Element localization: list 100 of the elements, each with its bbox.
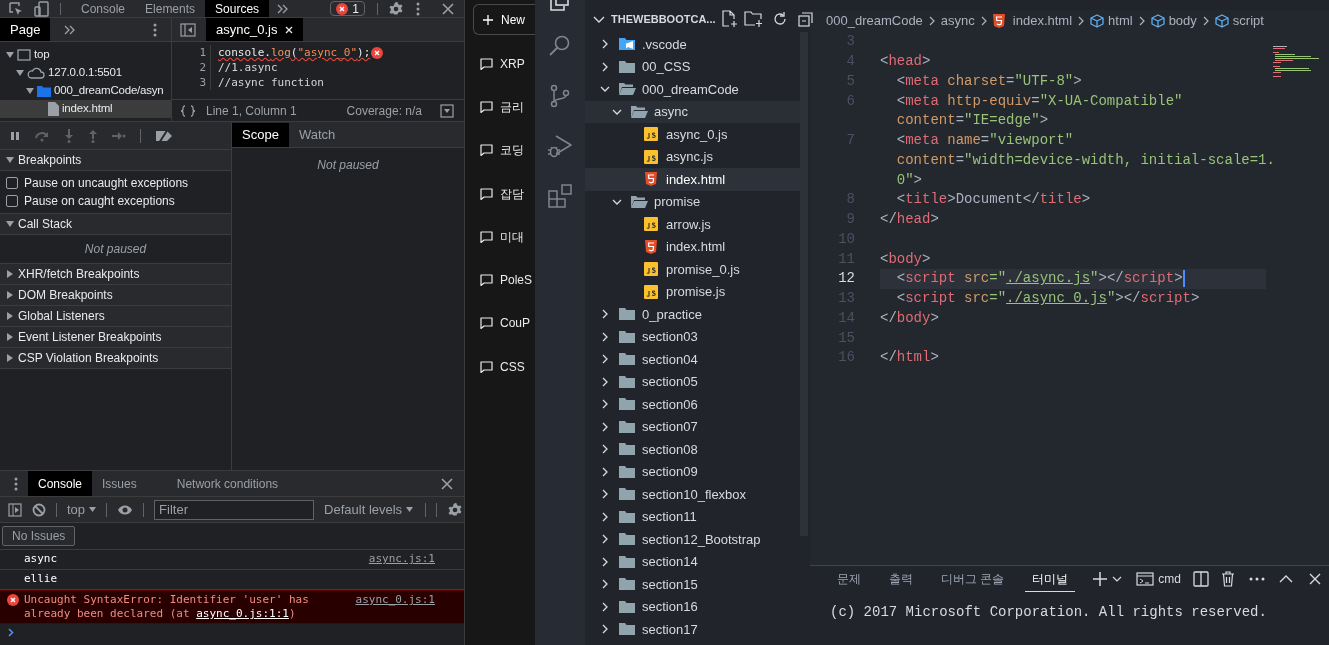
trash-icon[interactable]: [1221, 571, 1235, 587]
explorer-item[interactable]: section07: [585, 415, 800, 438]
explorer-item[interactable]: section17: [585, 618, 800, 641]
eye-icon[interactable]: [117, 503, 134, 516]
search-icon[interactable]: [548, 34, 572, 58]
chat-item[interactable]: 잡담: [465, 171, 535, 216]
chat-item[interactable]: 금리: [465, 85, 535, 129]
log-levels-select[interactable]: Default levels: [324, 499, 414, 520]
chevron-right-icon[interactable]: [600, 601, 610, 612]
source-link[interactable]: async.js:1: [368, 551, 435, 568]
shell-button[interactable]: cmd: [1136, 570, 1181, 588]
explorer-item[interactable]: 000_dreamCode: [585, 78, 800, 101]
chevron-right-icon[interactable]: [600, 331, 610, 342]
expanded-triangle-icon[interactable]: [6, 51, 14, 59]
drawer-tab[interactable]: Issues: [92, 471, 147, 496]
source-control-icon[interactable]: [548, 84, 572, 108]
explorer-item[interactable]: section09: [585, 460, 800, 483]
chat-item[interactable]: XRP: [465, 42, 535, 86]
explorer-item[interactable]: 00_CSS: [585, 55, 800, 78]
explorer-item[interactable]: index.html: [585, 235, 800, 258]
explorer-item[interactable]: section15: [585, 573, 800, 596]
chat-item[interactable]: CouP: [465, 301, 535, 346]
chat-item[interactable]: 코딩: [465, 128, 535, 172]
context-select[interactable]: top: [67, 499, 97, 520]
more-options-icon[interactable]: [14, 476, 18, 491]
more-tabs-icon[interactable]: [64, 24, 77, 35]
breadcrumb-item[interactable]: body: [1168, 11, 1197, 31]
chevron-right-icon[interactable]: [600, 399, 610, 410]
breadcrumb-item[interactable]: 000_dreamCode: [826, 11, 923, 31]
explorer-item[interactable]: section14: [585, 550, 800, 573]
chevron-right-icon[interactable]: [600, 354, 610, 365]
panel-tab[interactable]: Sources: [205, 0, 270, 17]
sidebar-toggle-icon[interactable]: [180, 22, 196, 37]
chat-item[interactable]: PoleS: [465, 258, 535, 302]
drawer-toggle-icon[interactable]: [440, 103, 454, 118]
checkbox[interactable]: [6, 195, 18, 207]
filter-field[interactable]: Filter: [154, 499, 315, 520]
chevron-right-icon[interactable]: [600, 61, 610, 72]
prompt-icon[interactable]: [8, 627, 14, 637]
run-debug-icon[interactable]: [547, 133, 573, 159]
source-link[interactable]: async_0.js:1:1: [196, 607, 289, 620]
more-tabs-icon[interactable]: [277, 3, 290, 14]
explorer-item[interactable]: async: [585, 100, 800, 123]
device-icon[interactable]: [34, 0, 50, 17]
extensions-icon[interactable]: [547, 183, 573, 209]
more-icon[interactable]: [1249, 577, 1265, 581]
sidebar-tab[interactable]: Scope: [232, 123, 289, 147]
checkbox[interactable]: [6, 177, 18, 189]
expanded-triangle-icon[interactable]: [6, 156, 14, 164]
split-icon[interactable]: [1193, 571, 1209, 587]
explorer-item[interactable]: section03: [585, 325, 800, 348]
breadcrumb-item[interactable]: script: [1232, 11, 1264, 31]
explorer-item[interactable]: 0_practice: [585, 303, 800, 326]
pretty-print-icon[interactable]: [180, 104, 196, 117]
step-out-icon[interactable]: [88, 128, 98, 143]
chevron-right-icon[interactable]: [600, 466, 610, 477]
expanded-triangle-icon[interactable]: [16, 69, 24, 77]
clear-console-icon[interactable]: [32, 502, 46, 517]
sidebar-tab[interactable]: Watch: [288, 123, 346, 147]
breadcrumb-item[interactable]: async: [940, 11, 975, 31]
explorer-item[interactable]: .vscode: [585, 33, 800, 56]
collapsed-triangle-icon[interactable]: [6, 312, 14, 320]
step-icon[interactable]: [112, 130, 126, 141]
explorer-item[interactable]: section05: [585, 370, 800, 393]
navigator-item[interactable]: 127.0.0.1:5501: [0, 64, 171, 82]
explorer-item[interactable]: section04: [585, 348, 800, 371]
error-count-button[interactable]: 1: [330, 1, 365, 16]
explorer-item[interactable]: index.html: [585, 168, 800, 191]
explorer-item[interactable]: section11: [585, 505, 800, 528]
chevron-right-icon[interactable]: [600, 421, 610, 432]
sidebar-icon[interactable]: [8, 502, 22, 517]
panel-tab[interactable]: Console: [71, 0, 136, 17]
collapsed-triangle-icon[interactable]: [6, 270, 14, 278]
navigator-tab[interactable]: Page: [0, 18, 51, 41]
workspace-title[interactable]: THEWEBBOOTCA...: [611, 10, 716, 28]
drawer-tab[interactable]: Network conditions: [166, 471, 289, 496]
collapsed-triangle-icon[interactable]: [6, 354, 14, 362]
settings-icon[interactable]: [447, 501, 464, 518]
chevron-down-icon[interactable]: [1112, 574, 1123, 584]
plus-icon[interactable]: [1092, 571, 1109, 587]
collapsed-triangle-icon[interactable]: [6, 291, 14, 299]
chevron-right-icon[interactable]: [600, 534, 610, 545]
expanded-triangle-icon[interactable]: [6, 220, 14, 228]
chevron-right-icon[interactable]: [600, 39, 610, 50]
explorer-item[interactable]: promise_0.js: [585, 258, 800, 281]
pause-icon[interactable]: [10, 130, 20, 141]
more-options-icon[interactable]: [153, 22, 157, 37]
collapse-all-icon[interactable]: [797, 11, 814, 27]
breadcrumb-item[interactable]: html: [1108, 11, 1133, 31]
chevron-right-icon[interactable]: [600, 489, 610, 500]
breadcrumb-item[interactable]: index.html: [1012, 11, 1073, 31]
panel-tab[interactable]: 문제: [830, 566, 868, 592]
deactivate-breakpoints-icon[interactable]: [155, 128, 173, 143]
explorer-item[interactable]: section16: [585, 595, 800, 618]
explorer-item[interactable]: section08: [585, 438, 800, 461]
inspect-icon[interactable]: [8, 0, 24, 17]
explorer-item[interactable]: promise: [585, 190, 800, 213]
explorer-item[interactable]: section12_Bootstrap: [585, 528, 800, 551]
chevron-right-icon[interactable]: [600, 444, 610, 455]
chat-item[interactable]: 미대: [465, 215, 535, 259]
